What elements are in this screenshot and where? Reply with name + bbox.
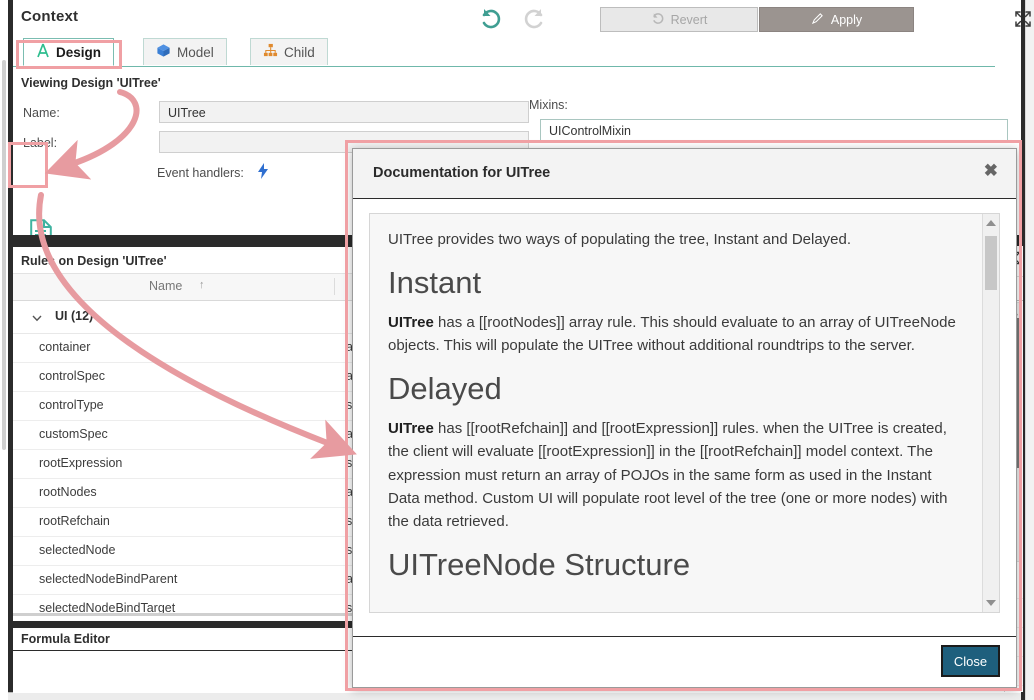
pencil-icon bbox=[811, 12, 824, 28]
scroll-up-arrow-icon[interactable] bbox=[986, 220, 996, 226]
rule-name: rootRefchain bbox=[39, 514, 110, 528]
undo-icon[interactable] bbox=[478, 6, 504, 32]
dialog-header: Documentation for UITree ✖ bbox=[353, 149, 1016, 199]
rule-name: selectedNode bbox=[39, 543, 116, 557]
rule-name: container bbox=[39, 340, 91, 354]
doc-paragraph: UITree provides two ways of populating t… bbox=[388, 231, 852, 248]
name-label: Name: bbox=[23, 106, 60, 120]
redo-icon[interactable] bbox=[521, 6, 547, 32]
tab-child-label: Child bbox=[284, 44, 315, 60]
expand-fullscreen-icon[interactable] bbox=[1013, 9, 1033, 29]
column-divider[interactable] bbox=[334, 278, 335, 295]
documentation-scrollbar[interactable] bbox=[982, 214, 999, 612]
revert-button[interactable]: Revert bbox=[600, 7, 758, 32]
rule-name: controlType bbox=[39, 398, 104, 412]
close-button[interactable]: Close bbox=[941, 645, 1000, 677]
rule-name: selectedNodeBindParent bbox=[39, 572, 178, 586]
cube-icon bbox=[156, 43, 171, 61]
label-label: Label: bbox=[23, 136, 58, 150]
tab-design-label: Design bbox=[56, 44, 102, 60]
column-header-name[interactable]: Name bbox=[149, 279, 182, 293]
tab-model[interactable]: Model bbox=[143, 38, 227, 65]
doc-heading: UITreeNode Structure bbox=[388, 547, 691, 583]
close-x-icon[interactable]: ✖ bbox=[984, 162, 998, 179]
documentation-content: UITree provides two ways of populating t… bbox=[370, 214, 999, 603]
letter-a-icon bbox=[36, 43, 50, 61]
dialog-footer: Close bbox=[353, 636, 1016, 687]
doc-paragraph: UITree has a [[rootNodes]] array rule. T… bbox=[388, 313, 956, 355]
documentation-scroll-area[interactable]: UITree provides two ways of populating t… bbox=[369, 213, 1000, 613]
doc-heading: Instant bbox=[388, 265, 482, 301]
documentation-dialog: Documentation for UITree ✖ UITree provid… bbox=[352, 148, 1017, 688]
viewing-design-label: Viewing Design 'UITree' bbox=[21, 76, 161, 90]
dialog-body: UITree provides two ways of populating t… bbox=[353, 199, 1016, 636]
doc-heading: Delayed bbox=[388, 371, 502, 407]
revert-label: Revert bbox=[670, 12, 708, 27]
window-right-rail bbox=[1025, 0, 1034, 700]
app-window: Context Revert Apply Design Model Child … bbox=[0, 0, 1034, 700]
rule-name: rootNodes bbox=[39, 485, 97, 499]
tab-bar: Design Model Child bbox=[13, 36, 995, 67]
documentation-scroll-thumb[interactable] bbox=[985, 236, 997, 290]
scroll-down-arrow-icon[interactable] bbox=[986, 600, 996, 606]
window-header: Context Revert Apply bbox=[13, 0, 1031, 37]
tab-design[interactable]: Design bbox=[23, 38, 115, 66]
rule-name: controlSpec bbox=[39, 369, 106, 383]
rule-name: customSpec bbox=[39, 427, 108, 441]
rules-group-label: UI (12) bbox=[55, 309, 94, 323]
rules-panel-title: Rules on Design 'UITree' bbox=[21, 254, 167, 268]
sitemap-icon bbox=[263, 43, 278, 61]
rule-name: rootExpression bbox=[39, 456, 123, 470]
tab-model-label: Model bbox=[177, 44, 214, 60]
page-title: Context bbox=[21, 8, 79, 25]
list-item[interactable] bbox=[1005, 686, 1023, 700]
name-input[interactable]: UITree bbox=[159, 101, 529, 123]
formula-editor-title: Formula Editor bbox=[21, 632, 110, 646]
doc-paragraph: UITree has [[rootRefchain]] and [[rootEx… bbox=[388, 420, 948, 531]
apply-label: Apply bbox=[830, 12, 863, 27]
window-bottom-bar bbox=[8, 692, 1021, 700]
revert-circular-arrow-icon bbox=[651, 12, 664, 28]
event-handlers-label: Event handlers: bbox=[157, 166, 244, 180]
chevron-down-icon[interactable] bbox=[31, 311, 43, 323]
mixins-label: Mixins: bbox=[529, 98, 568, 112]
outer-vertical-scrollbar[interactable] bbox=[2, 60, 6, 450]
mixins-input[interactable]: UIControlMixin bbox=[540, 119, 1008, 141]
dialog-title: Documentation for UITree bbox=[373, 165, 551, 181]
lightning-bolt-icon[interactable] bbox=[256, 163, 270, 179]
apply-button[interactable]: Apply bbox=[759, 7, 914, 32]
sort-ascending-icon[interactable]: ↑ bbox=[199, 279, 205, 291]
tab-child[interactable]: Child bbox=[250, 38, 328, 65]
